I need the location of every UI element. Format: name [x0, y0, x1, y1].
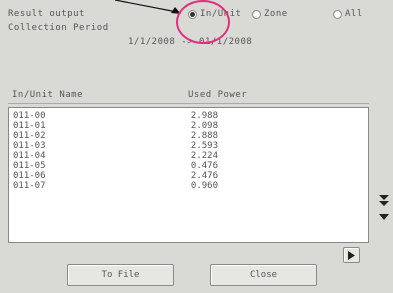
row-name: 011-00: [13, 111, 46, 121]
column-header-power: Used Power: [188, 90, 248, 100]
row-value: 2.224: [190, 151, 218, 161]
row-name: 011-05: [13, 161, 46, 171]
radio-zone[interactable]: Zone: [252, 9, 288, 19]
table-row[interactable]: 011-06 2.476: [13, 171, 313, 181]
row-name: 011-06: [13, 171, 46, 181]
row-name: 011-01: [13, 121, 46, 131]
table-row[interactable]: 011-04 2.224: [13, 151, 313, 161]
collection-period-label: Collection Period: [8, 23, 109, 33]
table-row[interactable]: 011-07 0.960: [13, 181, 313, 191]
radio-unselected-icon: [252, 9, 261, 19]
table-row[interactable]: 011-00 2.988: [13, 111, 313, 121]
down-triangle-icon[interactable]: [379, 214, 389, 223]
table-row[interactable]: 011-01 2.098: [13, 121, 313, 131]
to-file-button[interactable]: To File: [67, 264, 174, 286]
header-divider: [8, 103, 369, 104]
row-value: 2.888: [190, 131, 218, 141]
row-value: 2.098: [190, 121, 218, 131]
double-down-arrow-icon[interactable]: [379, 195, 389, 209]
result-output-label: Result output: [8, 9, 85, 19]
row-name: 011-03: [13, 141, 46, 151]
close-button[interactable]: Close: [210, 264, 317, 286]
row-value: 2.988: [190, 111, 218, 121]
results-list[interactable]: 011-00 2.988 011-01 2.098 011-02 2.888 0…: [8, 107, 369, 243]
table-row[interactable]: 011-05 0.476: [13, 161, 313, 171]
row-name: 011-02: [13, 131, 46, 141]
next-page-button[interactable]: [343, 247, 360, 263]
highlight-circle: [176, 0, 230, 44]
column-header-name: In/Unit Name: [12, 90, 84, 100]
pointer-arrow-icon: [115, 0, 181, 14]
radio-all[interactable]: All: [333, 9, 363, 19]
row-value: 0.960: [190, 181, 218, 191]
row-value: 0.476: [190, 161, 218, 171]
radio-all-label: All: [345, 9, 363, 19]
radio-zone-label: Zone: [264, 9, 288, 19]
row-name: 011-04: [13, 151, 46, 161]
table-row[interactable]: 011-03 2.593: [13, 141, 313, 151]
row-value: 2.593: [190, 141, 218, 151]
row-value: 2.476: [190, 171, 218, 181]
radio-unselected-icon: [333, 9, 342, 19]
right-triangle-icon: [348, 250, 355, 260]
table-row[interactable]: 011-02 2.888: [13, 131, 313, 141]
row-name: 011-07: [13, 181, 46, 191]
